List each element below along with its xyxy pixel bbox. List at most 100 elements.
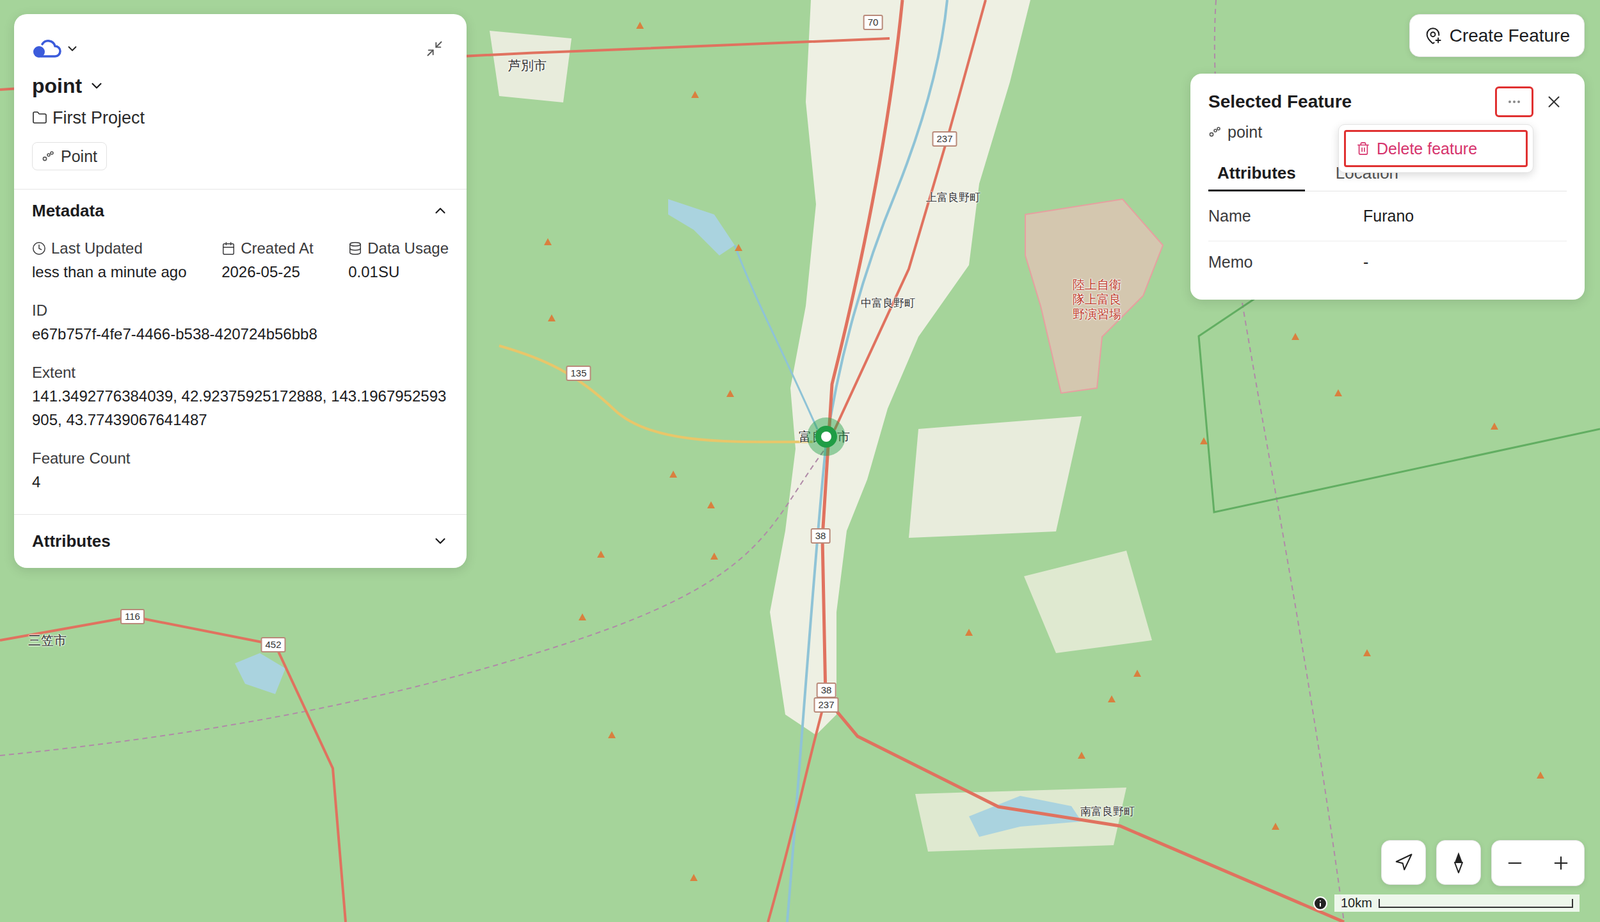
marker-dot (821, 431, 832, 442)
road-shield: 237 (813, 696, 839, 713)
stat-value: less than a minute ago (32, 259, 187, 284)
lake (234, 652, 286, 694)
feature-tab[interactable]: Attributes (1208, 159, 1305, 192)
valley-area (769, 0, 1031, 735)
place-label: 中富良野町 (860, 296, 916, 310)
zoom-in-button[interactable] (1537, 840, 1584, 886)
peak-icon (669, 470, 678, 478)
field-label: Extent (32, 360, 449, 384)
park-boundary (1198, 281, 1600, 512)
section-title: Metadata (32, 200, 105, 221)
stat-label: Last Updated (32, 236, 187, 260)
feature-header: Selected Feature (1208, 86, 1567, 118)
road-shield: 135 (565, 365, 591, 381)
trash-icon (1356, 141, 1371, 156)
collapse-button[interactable] (420, 34, 449, 63)
marker-core (815, 425, 838, 448)
attribute-row: NameFurano (1208, 191, 1567, 242)
feature-marker[interactable] (807, 417, 846, 456)
peak-icon (578, 613, 587, 621)
ellipsis-icon (1506, 94, 1522, 110)
panel-top-row (32, 34, 449, 63)
minus-icon (1504, 852, 1526, 873)
peak-icon (726, 389, 735, 397)
field-value: 4 (32, 469, 449, 494)
attribute-name: Memo (1208, 252, 1364, 272)
peak-icon (597, 550, 605, 558)
peak-icon (1490, 422, 1499, 430)
lake (668, 199, 735, 256)
scale-row: 10km (1312, 894, 1580, 912)
scale-line (1378, 898, 1574, 908)
workspace-switcher[interactable] (32, 37, 80, 60)
metadata-field: Feature Count4 (32, 446, 449, 494)
road (768, 697, 826, 922)
place-label: 陸上自衛隊上富良野演習場 (1072, 277, 1122, 321)
attribute-row: Memo- (1208, 241, 1567, 284)
close-icon (1544, 92, 1564, 112)
road-shield: 70 (863, 14, 884, 31)
delete-feature-item[interactable]: Delete feature (1344, 129, 1528, 168)
layer-title[interactable]: point (32, 71, 105, 100)
peak-icon (965, 628, 973, 636)
peak-icon (734, 243, 743, 251)
peak-icon (636, 21, 644, 29)
attributes-header[interactable]: Attributes (32, 528, 449, 553)
road-shield: 237 (931, 131, 957, 147)
peak-icon (1363, 648, 1371, 656)
create-feature-button[interactable]: Create Feature (1409, 14, 1585, 57)
peak-icon (1291, 332, 1300, 340)
stat-label: Created At (221, 236, 313, 260)
points-icon (1208, 125, 1222, 139)
peak-icon (1133, 669, 1142, 677)
attribute-name: Name (1208, 206, 1364, 226)
layer-panel: point First Project Point Metadata Last Upda… (14, 14, 467, 568)
peak-icon (710, 552, 719, 560)
peak-icon (691, 90, 699, 98)
road (0, 616, 346, 922)
stats-row: Last Updatedless than a minute ago Create… (32, 236, 449, 284)
metadata-header[interactable]: Metadata (32, 198, 449, 223)
zoom-controls (1491, 839, 1585, 886)
collapse-icon (425, 39, 444, 58)
peak-icon (1334, 389, 1343, 397)
close-button[interactable] (1541, 88, 1567, 115)
compass-icon (1449, 850, 1468, 874)
navigation-icon (1393, 852, 1414, 872)
locate-button[interactable] (1381, 839, 1426, 885)
field-label: Feature Count (32, 446, 449, 470)
town-area (489, 30, 572, 103)
stat-value: 0.01SU (348, 259, 449, 284)
training-area (1025, 199, 1163, 393)
map-pin-plus-icon (1424, 26, 1442, 45)
chevron-down-icon (432, 532, 449, 550)
road-shield: 116 (120, 608, 145, 624)
chevron-down-icon (65, 41, 80, 56)
place-label: 三笠市 (28, 632, 67, 648)
stat: Data Usage0.01SU (348, 236, 449, 284)
metadata-field: IDe67b757f-4fe7-4466-b538-420724b56bb8 (32, 298, 449, 346)
project-row: First Project (32, 106, 145, 130)
more-button[interactable] (1495, 86, 1534, 118)
peak-icon (1077, 751, 1086, 759)
geometry-type: Point (60, 147, 98, 166)
stat: Created At2026-05-25 (221, 236, 313, 284)
road (499, 345, 813, 442)
scale-label: 10km (1340, 895, 1373, 911)
road-shield: 38 (816, 682, 837, 698)
place-label: 南富良野町 (1080, 804, 1135, 818)
field-label: ID (32, 298, 449, 322)
feature-title: Selected Feature (1208, 91, 1488, 112)
road (832, 0, 986, 436)
peak-icon (707, 501, 715, 509)
peak-icon (1271, 822, 1280, 830)
attribute-value: Furano (1363, 206, 1567, 226)
layer-header: point First Project Point (14, 14, 467, 190)
info-icon[interactable] (1312, 895, 1328, 911)
plus-icon (1550, 852, 1572, 873)
peak-icon (1536, 771, 1545, 779)
place-label: 芦別市 (508, 57, 547, 73)
compass-button[interactable] (1436, 839, 1481, 885)
stat-value: 2026-05-25 (221, 259, 313, 284)
zoom-out-button[interactable] (1491, 840, 1538, 886)
